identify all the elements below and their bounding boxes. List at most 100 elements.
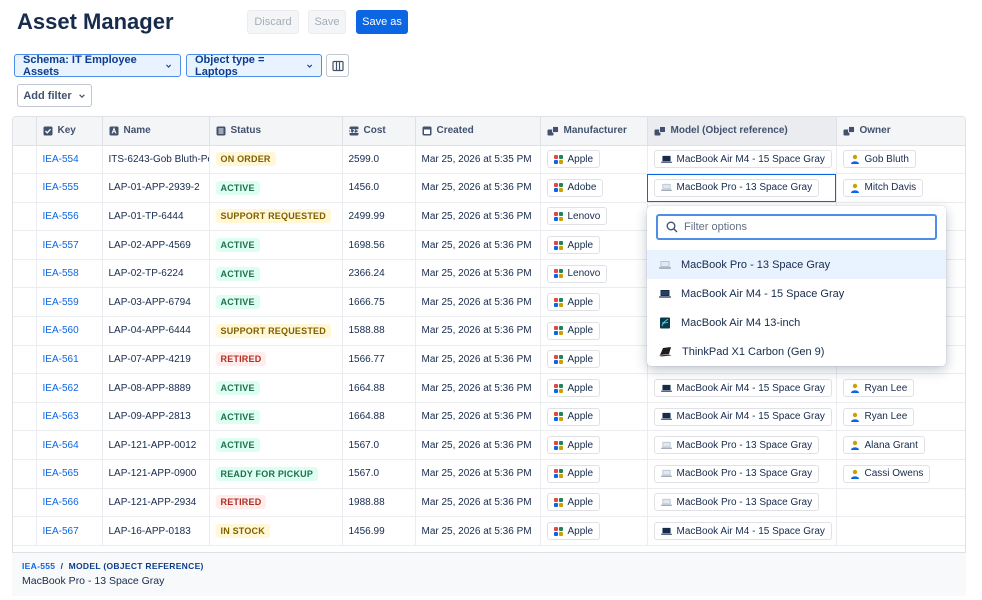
manufacturer-reference-chip[interactable]: Apple xyxy=(546,493,601,512)
owner-reference-chip[interactable]: Mitch Davis xyxy=(842,178,924,197)
manufacturer-reference-chip[interactable]: Apple xyxy=(546,522,601,541)
key-cell[interactable]: IEA-564 xyxy=(36,430,103,461)
name-cell[interactable]: LAP-121-APP-0900 xyxy=(102,459,210,489)
owner-cell[interactable]: Ryan Lee xyxy=(836,402,965,432)
manufacturer-cell[interactable]: Apple xyxy=(540,459,648,489)
dropdown-option[interactable]: MacBook Air M4 - 15 Space Gray xyxy=(647,279,946,308)
manufacturer-cell[interactable]: Apple xyxy=(540,145,648,175)
add-filter-button[interactable]: Add filter xyxy=(17,84,92,107)
cost-cell[interactable]: 1698.56 xyxy=(342,230,416,260)
model-reference-chip[interactable]: MacBook Air M4 - 15 Space Gray xyxy=(653,522,832,541)
table-row[interactable]: IEA-555 LAP-01-APP-2939-2 ACTIVE 1456.0 Mar … xyxy=(13,173,965,203)
model-cell[interactable]: MacBook Pro - 13 Space Gray xyxy=(647,430,837,461)
status-cell[interactable]: READY FOR PICKUP xyxy=(209,459,343,489)
save-button[interactable]: Save xyxy=(308,10,346,34)
manufacturer-reference-chip[interactable]: Lenovo xyxy=(546,264,608,283)
model-reference-chip[interactable]: MacBook Pro - 13 Space Gray xyxy=(653,493,820,512)
save-as-button[interactable]: Save as xyxy=(356,10,408,34)
columns-button[interactable] xyxy=(326,54,349,77)
status-cell[interactable]: IN STOCK xyxy=(209,516,343,546)
cost-cell[interactable]: 1664.88 xyxy=(342,402,416,432)
name-cell[interactable]: LAP-09-APP-2813 xyxy=(102,402,210,432)
created-cell[interactable]: Mar 25, 2026 at 5:36 PM xyxy=(415,459,541,489)
table-row[interactable]: IEA-554 ITS-6243-Gob Bluth-Pe ON ORDER 2599… xyxy=(13,145,965,175)
model-reference-chip[interactable]: MacBook Air M4 - 15 Space Gray xyxy=(653,150,832,169)
column-header-created[interactable]: Created xyxy=(415,117,541,146)
created-cell[interactable]: Mar 25, 2026 at 5:36 PM xyxy=(415,488,541,518)
model-cell[interactable]: MacBook Pro - 13 Space Gray xyxy=(647,173,837,203)
manufacturer-reference-chip[interactable]: Apple xyxy=(546,150,601,169)
status-cell[interactable]: ACTIVE xyxy=(209,173,343,203)
manufacturer-cell[interactable]: Apple xyxy=(540,488,648,518)
cost-cell[interactable]: 2499.99 xyxy=(342,202,416,232)
created-cell[interactable]: Mar 25, 2026 at 5:36 PM xyxy=(415,430,541,461)
column-header-name[interactable]: Name xyxy=(102,117,210,146)
row-select-cell[interactable] xyxy=(13,488,37,518)
cost-cell[interactable]: 1456.0 xyxy=(342,173,416,203)
name-cell[interactable]: LAP-07-APP-4219 xyxy=(102,345,210,375)
manufacturer-reference-chip[interactable]: Apple xyxy=(546,236,601,255)
created-cell[interactable]: Mar 25, 2026 at 5:36 PM xyxy=(415,402,541,432)
row-select-cell[interactable] xyxy=(13,373,37,403)
owner-cell[interactable]: Alana Grant xyxy=(836,430,965,461)
created-cell[interactable]: Mar 25, 2026 at 5:36 PM xyxy=(415,345,541,375)
row-select-cell[interactable] xyxy=(13,287,37,318)
created-cell[interactable]: Mar 25, 2026 at 5:35 PM xyxy=(415,145,541,175)
manufacturer-reference-chip[interactable]: Apple xyxy=(546,350,601,369)
status-cell[interactable]: ACTIVE xyxy=(209,259,343,289)
key-cell[interactable]: IEA-566 xyxy=(36,488,103,518)
model-reference-chip[interactable]: MacBook Pro - 13 Space Gray xyxy=(653,464,820,483)
name-cell[interactable]: LAP-121-APP-0012 xyxy=(102,430,210,461)
manufacturer-cell[interactable]: Apple xyxy=(540,430,648,461)
model-reference-chip[interactable]: MacBook Air M4 - 15 Space Gray xyxy=(653,407,832,426)
discard-button[interactable]: Discard xyxy=(247,10,299,34)
table-row[interactable]: IEA-562 LAP-08-APP-8889 ACTIVE 1664.88 Mar 2… xyxy=(13,373,965,403)
name-cell[interactable]: LAP-02-APP-4569 xyxy=(102,230,210,260)
status-cell[interactable]: ACTIVE xyxy=(209,402,343,432)
table-row[interactable]: IEA-565 LAP-121-APP-0900 READY FOR PICKUP 1… xyxy=(13,459,965,489)
owner-reference-chip[interactable]: Alana Grant xyxy=(842,436,925,455)
name-cell[interactable]: LAP-01-APP-2939-2 xyxy=(102,173,210,203)
created-cell[interactable]: Mar 25, 2026 at 5:36 PM xyxy=(415,173,541,203)
row-select-cell[interactable] xyxy=(13,459,37,489)
status-cell[interactable]: RETIRED xyxy=(209,488,343,518)
column-header-owner[interactable]: Owner xyxy=(836,117,965,146)
column-header-cost[interactable]: 123 Cost xyxy=(342,117,416,146)
cost-cell[interactable]: 1988.88 xyxy=(342,488,416,518)
manufacturer-reference-chip[interactable]: Adobe xyxy=(546,178,604,197)
cost-cell[interactable]: 1567.0 xyxy=(342,430,416,461)
key-cell[interactable]: IEA-561 xyxy=(36,345,103,375)
cost-cell[interactable]: 1567.0 xyxy=(342,459,416,489)
dropdown-option[interactable]: MacBook Air M4 13-inch xyxy=(647,308,946,337)
model-reference-chip[interactable]: MacBook Air M4 - 15 Space Gray xyxy=(653,379,832,398)
column-header-manufacturer[interactable]: Manufacturer xyxy=(540,117,648,146)
manufacturer-reference-chip[interactable]: Apple xyxy=(546,407,601,426)
status-cell[interactable]: RETIRED xyxy=(209,345,343,375)
owner-cell[interactable]: Gob Bluth xyxy=(836,145,965,175)
manufacturer-reference-chip[interactable]: Apple xyxy=(546,321,601,340)
model-cell[interactable]: MacBook Pro - 13 Space Gray xyxy=(647,459,837,489)
key-cell[interactable]: IEA-556 xyxy=(36,202,103,232)
column-header-model[interactable]: Model (Object reference) xyxy=(647,117,837,146)
key-cell[interactable]: IEA-563 xyxy=(36,402,103,432)
dropdown-option[interactable]: MacBook Pro - 13 Space Gray xyxy=(647,250,946,279)
manufacturer-cell[interactable]: Apple xyxy=(540,345,648,375)
model-cell[interactable]: MacBook Air M4 - 15 Space Gray xyxy=(647,145,837,175)
name-cell[interactable]: LAP-02-TP-6224 xyxy=(102,259,210,289)
name-cell[interactable]: LAP-04-APP-6444 xyxy=(102,316,210,346)
created-cell[interactable]: Mar 25, 2026 at 5:36 PM xyxy=(415,316,541,346)
table-row[interactable]: IEA-563 LAP-09-APP-2813 ACTIVE 1664.88 Mar 2… xyxy=(13,402,965,432)
created-cell[interactable]: Mar 25, 2026 at 5:36 PM xyxy=(415,259,541,289)
row-select-cell[interactable] xyxy=(13,402,37,432)
cost-cell[interactable]: 1566.77 xyxy=(342,345,416,375)
name-cell[interactable]: LAP-121-APP-2934 xyxy=(102,488,210,518)
status-cell[interactable]: ON ORDER xyxy=(209,145,343,175)
row-select-cell[interactable] xyxy=(13,202,37,232)
key-cell[interactable]: IEA-565 xyxy=(36,459,103,489)
row-select-cell[interactable] xyxy=(13,516,37,546)
owner-cell[interactable]: Mitch Davis xyxy=(836,173,965,203)
row-select-cell[interactable] xyxy=(13,230,37,260)
manufacturer-reference-chip[interactable]: Apple xyxy=(546,293,601,312)
manufacturer-cell[interactable]: Apple xyxy=(540,316,648,346)
cost-cell[interactable]: 2599.0 xyxy=(342,145,416,175)
